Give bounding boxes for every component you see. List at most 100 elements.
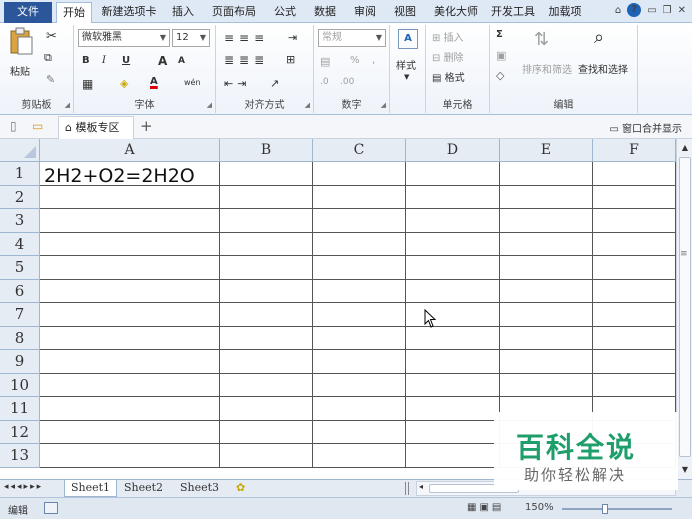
cell-b8[interactable]	[220, 326, 313, 350]
vertical-scrollbar[interactable]: ▲ ≡ ▼	[676, 139, 692, 479]
row-header[interactable]: 5	[0, 256, 40, 280]
number-format-select[interactable]: 常规 ▼	[318, 29, 386, 47]
bold-button[interactable]: B	[82, 55, 90, 66]
row-header[interactable]: 6	[0, 279, 40, 303]
horizontal-align-icons[interactable]: ≣≣≣	[224, 53, 269, 67]
macro-record-icon[interactable]	[44, 502, 58, 514]
row-header[interactable]: 9	[0, 350, 40, 374]
cell-f6[interactable]	[593, 279, 676, 303]
cell-d13[interactable]	[406, 444, 500, 468]
decrease-decimal-icon[interactable]: .00	[340, 77, 354, 87]
vertical-scroll-thumb[interactable]	[679, 157, 691, 457]
collapse-ribbon-icon[interactable]: ⌂	[615, 5, 621, 16]
cell-b3[interactable]	[220, 209, 313, 233]
alignment-launcher-icon[interactable]: ◢	[305, 101, 310, 109]
row-header[interactable]: 11	[0, 397, 40, 421]
number-launcher-icon[interactable]: ◢	[381, 101, 386, 109]
tab-review[interactable]: 审阅	[348, 2, 382, 23]
styles-button[interactable]: 样式	[396, 57, 416, 72]
cell-c10[interactable]	[313, 373, 406, 397]
cell-d5[interactable]	[406, 256, 500, 280]
cell-e1[interactable]	[500, 162, 593, 186]
cell-c1[interactable]	[313, 162, 406, 186]
sheet-tab-3[interactable]: Sheet3	[174, 480, 225, 497]
row-header[interactable]: 1	[0, 162, 40, 186]
cell-b11[interactable]	[220, 397, 313, 421]
insert-sheet-icon[interactable]: ✿	[230, 480, 251, 497]
cell-f7[interactable]	[593, 303, 676, 327]
window-merge-button[interactable]: ▭ 窗口合并显示	[609, 120, 682, 135]
new-file-icon[interactable]: ▯	[10, 119, 17, 133]
row-header[interactable]: 10	[0, 373, 40, 397]
cell-d3[interactable]	[406, 209, 500, 233]
cell-d2[interactable]	[406, 185, 500, 209]
cell-a6[interactable]	[40, 279, 220, 303]
italic-button[interactable]: I	[102, 55, 106, 66]
tab-addins[interactable]: 加载项	[542, 2, 588, 23]
select-all-corner[interactable]	[0, 139, 40, 162]
cell-c5[interactable]	[313, 256, 406, 280]
row-header[interactable]: 12	[0, 420, 40, 444]
orientation-icon[interactable]: ↗	[270, 77, 279, 90]
cell-c6[interactable]	[313, 279, 406, 303]
zoom-slider[interactable]	[562, 504, 672, 514]
minimize-icon[interactable]: ▭	[647, 5, 656, 16]
cell-a3[interactable]	[40, 209, 220, 233]
row-header[interactable]: 2	[0, 185, 40, 209]
comma-button[interactable]: ,	[372, 55, 375, 66]
borders-icon[interactable]: ▦	[82, 77, 93, 91]
cell-e9[interactable]	[500, 350, 593, 374]
tab-beautify-master[interactable]: 美化大师	[428, 2, 484, 23]
cell-c9[interactable]	[313, 350, 406, 374]
close-icon[interactable]: ✕	[678, 5, 686, 16]
insert-cells-button[interactable]: ⊞ 插入	[432, 29, 464, 44]
shrink-font-button[interactable]: A	[178, 56, 185, 66]
binoculars-icon[interactable]: ⌕	[594, 27, 604, 48]
open-folder-icon[interactable]: ▭	[32, 119, 43, 133]
tab-new-tab[interactable]: 新建选项卡	[98, 2, 160, 23]
tab-formulas[interactable]: 公式	[268, 2, 302, 23]
cell-b13[interactable]	[220, 444, 313, 468]
column-header[interactable]: F	[593, 139, 676, 162]
indent-icons[interactable]: ⇤⇥	[224, 77, 250, 90]
scroll-down-icon[interactable]: ▼	[678, 463, 692, 477]
cell-d4[interactable]	[406, 232, 500, 256]
cell-a2[interactable]	[40, 185, 220, 209]
cell-d9[interactable]	[406, 350, 500, 374]
cell-a7[interactable]	[40, 303, 220, 327]
sheet-navigation-arrows[interactable]: ◂◂◂▸▸▸	[4, 482, 43, 492]
cell-b7[interactable]	[220, 303, 313, 327]
cell-b6[interactable]	[220, 279, 313, 303]
currency-icon[interactable]: ▤	[320, 55, 330, 68]
autosum-button[interactable]: Σ	[496, 29, 503, 40]
delete-cells-button[interactable]: ⊟ 删除	[432, 49, 464, 64]
cell-d11[interactable]	[406, 397, 500, 421]
cell-e5[interactable]	[500, 256, 593, 280]
scroll-left-icon[interactable]: ◂	[419, 482, 423, 491]
grow-font-button[interactable]: A	[158, 54, 167, 68]
tab-data[interactable]: 数据	[308, 2, 342, 23]
paste-icon[interactable]	[8, 27, 34, 57]
column-header[interactable]: E	[500, 139, 593, 162]
paste-button[interactable]: 粘贴	[10, 63, 30, 78]
cell-b9[interactable]	[220, 350, 313, 374]
cell-c2[interactable]	[313, 185, 406, 209]
find-select-button[interactable]: 查找和选择	[578, 61, 628, 76]
cell-a12[interactable]	[40, 420, 220, 444]
cell-b10[interactable]	[220, 373, 313, 397]
tab-home[interactable]: 开始	[56, 2, 92, 23]
cell-d6[interactable]	[406, 279, 500, 303]
cell-f8[interactable]	[593, 326, 676, 350]
cell-e10[interactable]	[500, 373, 593, 397]
percent-button[interactable]: %	[350, 55, 360, 66]
tab-developer[interactable]: 开发工具	[490, 2, 536, 23]
cell-c4[interactable]	[313, 232, 406, 256]
cell-a9[interactable]	[40, 350, 220, 374]
cell-f9[interactable]	[593, 350, 676, 374]
cell-c11[interactable]	[313, 397, 406, 421]
merge-center-icon[interactable]: ⊞	[286, 53, 295, 66]
zoom-slider-knob[interactable]	[602, 504, 608, 514]
font-name-select[interactable]: 微软雅黑 ▼	[78, 29, 170, 47]
cell-a13[interactable]	[40, 444, 220, 468]
cell-b1[interactable]	[220, 162, 313, 186]
